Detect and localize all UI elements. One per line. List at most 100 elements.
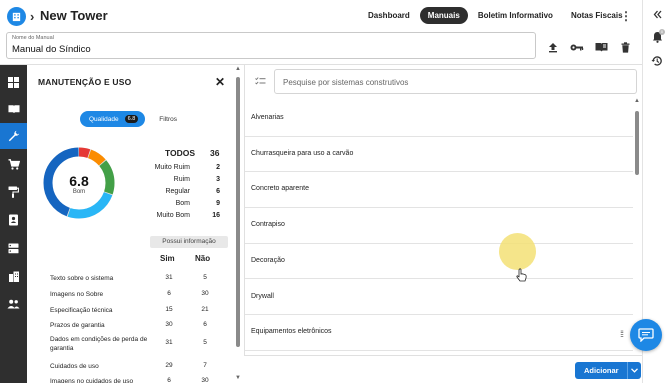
maintenance-panel: MANUTENÇÃO E USO ✕ Qualidade 6.8 Filtros…	[27, 65, 233, 383]
info-row-label: Especificação técnica	[50, 307, 113, 314]
wrench-icon[interactable]	[0, 123, 27, 149]
people-icon[interactable]	[0, 291, 27, 317]
panel-segment-toggle: Qualidade 6.8 Filtros	[80, 111, 177, 127]
system-name: Contrapiso	[251, 221, 285, 229]
count-value: 16	[212, 212, 220, 219]
system-name: Decoração	[251, 256, 285, 264]
panel-scrollbar-thumb[interactable]	[236, 77, 240, 347]
count-label: Bom	[175, 200, 190, 207]
info-row-sim: 31	[165, 274, 173, 281]
add-button[interactable]: Adicionar	[575, 362, 627, 379]
tab-manuais[interactable]: Manuais	[419, 7, 468, 24]
info-row-sim: 6	[167, 290, 171, 297]
page-title: New Tower	[40, 8, 108, 23]
add-dropdown-chevron-icon[interactable]	[626, 362, 641, 379]
counts-total-label: TODOS	[165, 148, 196, 158]
hand-cursor-icon	[516, 268, 527, 284]
count-value: 6	[216, 188, 220, 195]
info-row-nao: 5	[203, 274, 207, 281]
more-vert-icon[interactable]: ⋮	[620, 9, 632, 23]
systems-main: Pesquise por sistemas construtivos Alven…	[244, 65, 642, 383]
manual-name-field[interactable]: Nome do Manual Manual do Síndico	[6, 32, 536, 59]
count-value: 9	[216, 200, 220, 207]
checklist-filter-icon[interactable]	[255, 77, 266, 87]
delete-icon[interactable]	[616, 40, 634, 54]
system-list-item[interactable]: Equipamentos eletrônicos	[245, 315, 633, 351]
info-row-label: Dados em condições de perda de garantia	[50, 336, 148, 352]
table-header-sim: Sim	[160, 254, 175, 263]
count-label: Muito Bom	[156, 212, 190, 219]
history-icon[interactable]	[649, 53, 665, 69]
system-list-item[interactable]: Alvenarias	[245, 101, 633, 137]
storage-icon[interactable]	[0, 235, 27, 261]
book-icon[interactable]	[592, 40, 610, 54]
system-list-item[interactable]: Drywall	[245, 280, 633, 316]
drag-handle-icon[interactable]: ⁞⁞	[620, 329, 624, 339]
top-tabs: Dashboard Manuais Boletim Informativo No…	[360, 7, 633, 24]
manual-actions	[544, 40, 640, 54]
dashboard-grid-icon[interactable]	[0, 69, 27, 95]
count-label: Ruim	[173, 176, 190, 183]
building-logo-icon[interactable]	[7, 7, 26, 26]
panel-scrollbar[interactable]: ▲ ▼	[234, 65, 242, 383]
collapse-double-chevron-icon[interactable]	[649, 6, 665, 22]
systems-scrollbar-thumb[interactable]	[635, 111, 639, 175]
chevron-right-icon: ›	[30, 9, 35, 24]
top-bar: › New Tower Dashboard Manuais Boletim In…	[0, 0, 642, 33]
quality-badge: 6.8	[124, 115, 139, 123]
notification-count-badge: 0	[659, 29, 665, 35]
shopping-cart-icon[interactable]	[0, 151, 27, 177]
quality-toggle-button[interactable]: Qualidade 6.8	[80, 111, 146, 127]
info-row-nao: 6	[203, 321, 207, 328]
manual-book-icon[interactable]	[0, 96, 27, 122]
panel-title: MANUTENÇÃO E USO	[38, 77, 132, 87]
count-value: 2	[216, 164, 220, 171]
systems-search-input[interactable]: Pesquise por sistemas construtivos	[274, 69, 637, 94]
filters-toggle-button[interactable]: Filtros	[159, 116, 177, 123]
info-row-label: Imagens no cuidados de uso	[50, 378, 134, 383]
contacts-book-icon[interactable]	[0, 207, 27, 233]
system-name: Drywall	[251, 292, 274, 300]
tab-boletim-informativo[interactable]: Boletim Informativo	[470, 7, 561, 24]
bottom-action-bar: Adicionar	[244, 355, 642, 383]
score-label: Bom	[72, 189, 86, 195]
count-label: Regular	[165, 188, 190, 195]
tab-dashboard[interactable]: Dashboard	[360, 7, 418, 24]
info-row-sim: 31	[165, 339, 173, 346]
info-row-sim: 29	[165, 362, 173, 369]
info-row-label: Texto sobre o sistema	[50, 275, 114, 282]
system-list-item[interactable]: Decoração	[245, 244, 633, 280]
scroll-up-arrow-icon[interactable]: ▲	[235, 66, 241, 72]
manual-name-label: Nome do Manual	[12, 35, 54, 41]
key-icon[interactable]	[568, 40, 586, 54]
info-row-nao: 5	[203, 339, 207, 346]
info-row-nao: 30	[201, 290, 209, 297]
notifications-bell-icon[interactable]: 0	[649, 29, 665, 45]
system-list-item[interactable]: Concreto aparente	[245, 172, 633, 209]
system-list-item[interactable]: Churrasqueira para uso a carvão	[245, 137, 633, 173]
add-split-button: Adicionar	[575, 362, 641, 379]
manual-name-value[interactable]: Manual do Síndico	[12, 44, 91, 55]
click-highlight	[499, 233, 536, 270]
systems-scrollbar[interactable]: ▲	[633, 98, 641, 350]
left-nav	[0, 65, 27, 383]
system-list-item[interactable]: Contrapiso	[245, 208, 633, 244]
info-row-label: Cuidados de uso	[50, 363, 99, 370]
score-value: 6.8	[69, 173, 89, 189]
upload-icon[interactable]	[544, 40, 562, 54]
system-name: Alvenarias	[251, 114, 284, 121]
search-placeholder: Pesquise por sistemas construtivos	[283, 78, 409, 87]
quality-toggle-label: Qualidade	[89, 115, 119, 123]
building-icon[interactable]	[0, 263, 27, 289]
info-badge: Possui informação	[150, 236, 228, 248]
paint-roller-icon[interactable]	[0, 179, 27, 205]
close-icon[interactable]: ✕	[215, 75, 225, 89]
systems-scroll-up-icon[interactable]: ▲	[634, 98, 640, 104]
info-row-sim: 15	[165, 306, 173, 313]
info-row-label: Imagens no Sobre	[50, 291, 104, 298]
chat-button[interactable]	[630, 319, 662, 351]
count-label: Muito Ruim	[154, 164, 190, 171]
scroll-down-arrow-icon[interactable]: ▼	[235, 375, 241, 381]
info-row-nao: 7	[203, 362, 207, 369]
counts-total-value: 36	[210, 148, 220, 158]
